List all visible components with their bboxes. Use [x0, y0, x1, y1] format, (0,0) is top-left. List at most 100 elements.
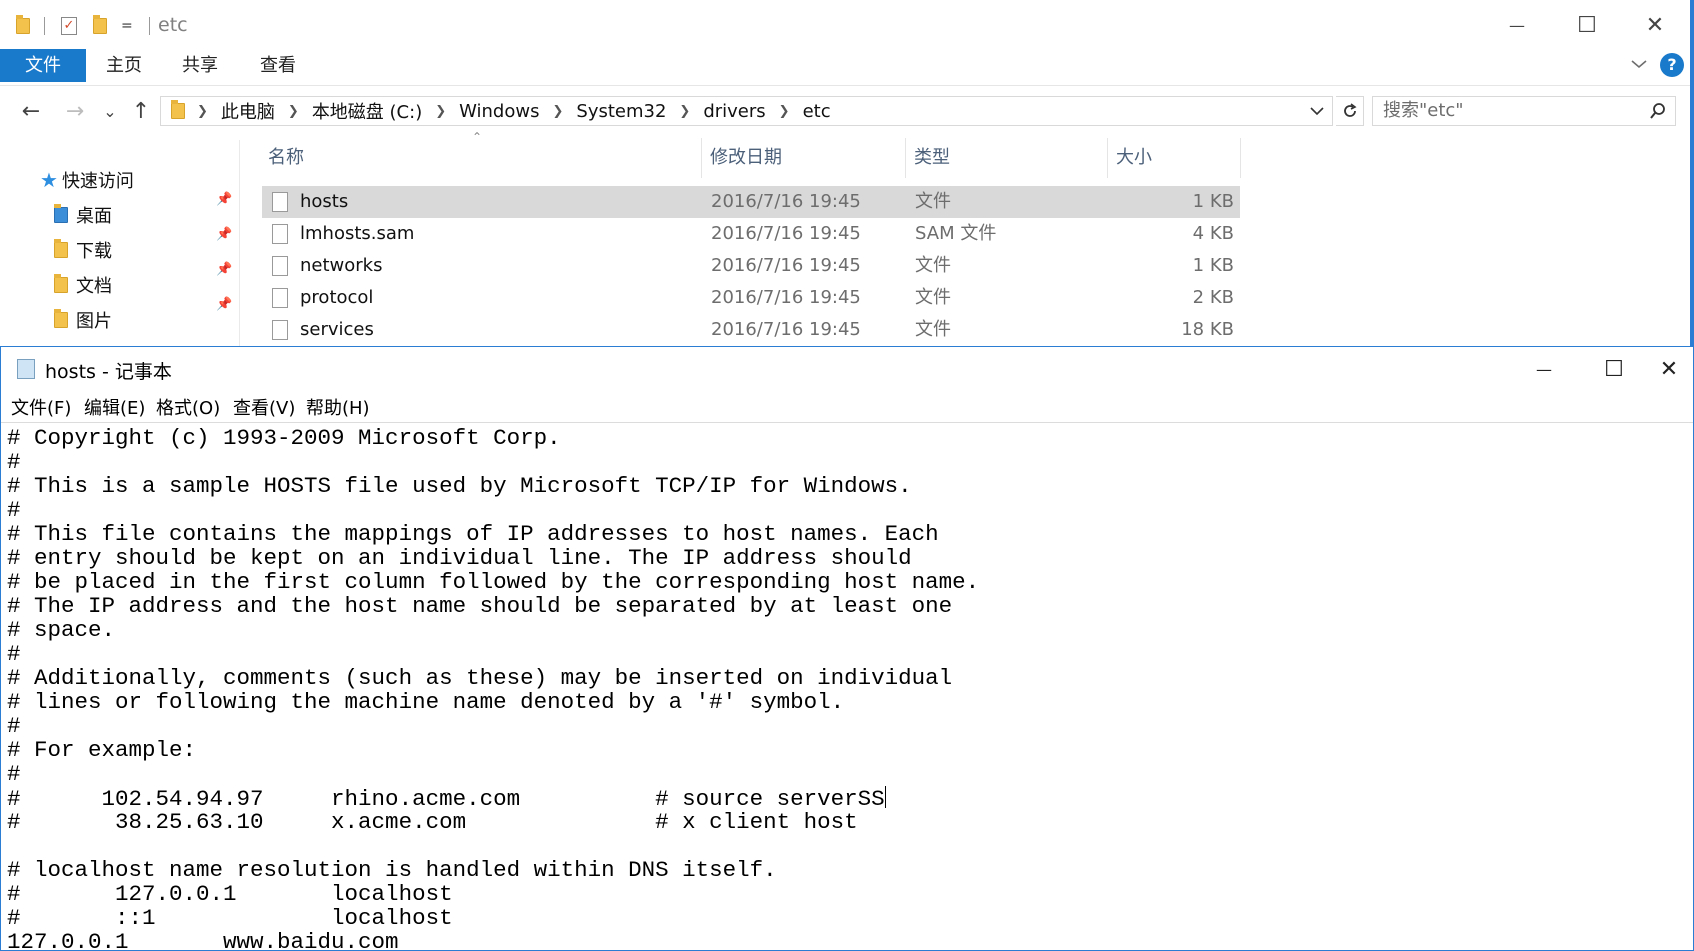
file-row[interactable]: services 2016/7/16 19:45 文件 18 KB — [262, 314, 1240, 346]
column-header-size[interactable]: 大小 — [1116, 138, 1152, 178]
notepad-window: hosts - 记事本 — ☐ ✕ 文件(F) 编辑(E) 格式(O) 查看(V… — [0, 346, 1694, 951]
pictures-folder-icon — [54, 309, 68, 328]
text-line: # For example: — [7, 737, 197, 763]
notepad-minimize-button[interactable]: — — [1509, 347, 1579, 391]
nav-item-documents[interactable]: 文档 — [54, 272, 112, 298]
close-button[interactable]: ✕ — [1620, 0, 1690, 50]
quick-access-label: 快速访问 — [61, 171, 134, 192]
nav-item-pictures[interactable]: 图片 — [54, 307, 112, 333]
tab-view[interactable]: 查看 — [260, 49, 296, 82]
ribbon-expand-button[interactable] — [1628, 53, 1650, 75]
notepad-title: hosts - 记事本 — [45, 361, 172, 383]
pin-icon[interactable]: 📌 — [216, 227, 232, 242]
breadcrumb-chevron-icon[interactable]: ❯ — [288, 104, 299, 119]
breadcrumb-chevron-icon[interactable]: ❯ — [779, 104, 790, 119]
menubar-divider — [1, 422, 1693, 423]
text-line: # — [7, 449, 21, 475]
quick-access-item[interactable]: ★ 快速访问 — [40, 167, 134, 193]
notepad-text-area[interactable]: # Copyright (c) 1993-2009 Microsoft Corp… — [7, 426, 1677, 948]
chevron-down-icon — [1631, 60, 1647, 69]
breadcrumb-chevron-icon[interactable]: ❯ — [552, 104, 563, 119]
properties-check-icon[interactable]: ✓ — [61, 17, 77, 35]
new-folder-icon[interactable] — [93, 15, 107, 34]
text-line: # ::1 localhost — [7, 905, 453, 931]
breadcrumb-this-pc[interactable]: 此电脑 — [221, 98, 275, 124]
pin-icon[interactable]: 📌 — [216, 297, 232, 312]
customize-toolbar-dropdown[interactable]: = — [121, 18, 133, 34]
forward-button[interactable]: → — [60, 94, 90, 130]
breadcrumb-local-disk[interactable]: 本地磁盘 (C:) — [312, 98, 422, 124]
refresh-icon — [1343, 103, 1357, 117]
text-caret — [884, 786, 886, 808]
up-button[interactable]: ↑ — [128, 94, 154, 130]
help-button[interactable]: ? — [1660, 53, 1684, 77]
menu-help[interactable]: 帮助(H) — [306, 394, 370, 420]
address-folder-icon — [171, 100, 185, 119]
maximize-icon: ☐ — [1577, 12, 1597, 38]
text-line: # — [7, 641, 21, 667]
breadcrumb-drivers[interactable]: drivers — [703, 101, 765, 122]
nav-item-downloads[interactable]: 下载 — [54, 237, 112, 263]
nav-item-desktop[interactable]: 桌面 — [54, 202, 112, 228]
text-line: # This file contains the mappings of IP … — [7, 521, 939, 547]
file-size: 18 KB — [1181, 319, 1234, 340]
column-divider[interactable] — [701, 138, 702, 178]
maximize-button[interactable]: ☐ — [1552, 0, 1622, 50]
pin-icon[interactable]: 📌 — [216, 262, 232, 277]
menu-view[interactable]: 查看(V) — [233, 394, 295, 420]
title-separator — [148, 17, 150, 35]
breadcrumb-chevron-icon[interactable]: ❯ — [435, 104, 446, 119]
file-row[interactable]: networks 2016/7/16 19:45 文件 1 KB — [262, 250, 1240, 282]
breadcrumb-system32[interactable]: System32 — [576, 101, 666, 122]
menu-file[interactable]: 文件(F) — [11, 394, 71, 420]
documents-folder-icon — [54, 274, 68, 293]
column-divider[interactable] — [1240, 138, 1241, 178]
minimize-button[interactable]: — — [1482, 0, 1552, 50]
file-explorer-window: ✓ = etc — ☐ ✕ 文件 主页 共享 查看 ? ← → ⌄ ↑ ❯ 此电… — [0, 0, 1694, 347]
file-type: SAM 文件 — [915, 223, 997, 244]
file-date: 2016/7/16 19:45 — [711, 255, 861, 276]
menu-format[interactable]: 格式(O) — [156, 394, 220, 420]
breadcrumb-chevron-icon[interactable]: ❯ — [197, 104, 208, 119]
file-row[interactable]: protocol 2016/7/16 19:45 文件 2 KB — [262, 282, 1240, 314]
desktop-folder-icon — [54, 204, 68, 223]
file-row[interactable]: lmhosts.sam 2016/7/16 19:45 SAM 文件 4 KB — [262, 218, 1240, 250]
breadcrumb-etc[interactable]: etc — [803, 101, 831, 122]
tab-share[interactable]: 共享 — [182, 49, 218, 82]
close-icon: ✕ — [1659, 356, 1679, 382]
address-history-chevron-icon[interactable] — [1308, 102, 1326, 120]
nav-item-label: 下载 — [76, 241, 112, 262]
file-row[interactable]: hosts 2016/7/16 19:45 文件 1 KB — [262, 186, 1240, 218]
tab-file[interactable]: 文件 — [0, 49, 86, 82]
vertical-scrollbar[interactable] — [1677, 426, 1693, 948]
notepad-maximize-button[interactable]: ☐ — [1579, 347, 1649, 391]
text-line: # — [7, 761, 21, 787]
pin-icon[interactable]: 📌 — [216, 192, 232, 207]
file-icon — [272, 224, 288, 244]
file-list: ⌃ 名称 修改日期 类型 大小 hosts 2016/7/16 19:45 文件… — [262, 130, 1242, 348]
downloads-folder-icon — [54, 239, 68, 258]
address-bar[interactable]: ❯ 此电脑 ❯ 本地磁盘 (C:) ❯ Windows ❯ System32 ❯… — [160, 96, 1333, 126]
column-header-type[interactable]: 类型 — [914, 138, 950, 178]
breadcrumb-windows[interactable]: Windows — [459, 101, 539, 122]
column-divider[interactable] — [1107, 138, 1108, 178]
back-button[interactable]: ← — [16, 94, 46, 130]
nav-item-label: 桌面 — [76, 206, 112, 227]
refresh-button[interactable] — [1336, 96, 1364, 126]
notepad-menubar: 文件(F) 编辑(E) 格式(O) 查看(V) 帮助(H) — [1, 392, 1693, 422]
column-divider[interactable] — [905, 138, 906, 178]
folder-icon — [16, 15, 30, 34]
search-input[interactable]: 搜索"etc" — [1372, 96, 1676, 126]
breadcrumb-chevron-icon[interactable]: ❯ — [679, 104, 690, 119]
tab-home[interactable]: 主页 — [106, 49, 142, 82]
notepad-close-button[interactable]: ✕ — [1643, 347, 1694, 391]
menu-edit[interactable]: 编辑(E) — [84, 394, 145, 420]
column-header-name[interactable]: 名称 — [268, 138, 304, 178]
recent-locations-dropdown[interactable]: ⌄ — [98, 94, 122, 130]
ribbon-tabs: 文件 主页 共享 查看 ? — [0, 49, 1690, 86]
file-name: services — [300, 319, 374, 340]
file-type: 文件 — [915, 319, 951, 340]
column-header-date[interactable]: 修改日期 — [710, 138, 782, 178]
file-name: protocol — [300, 287, 374, 308]
text-line: 127.0.0.1 www.baidu.com — [7, 929, 399, 948]
